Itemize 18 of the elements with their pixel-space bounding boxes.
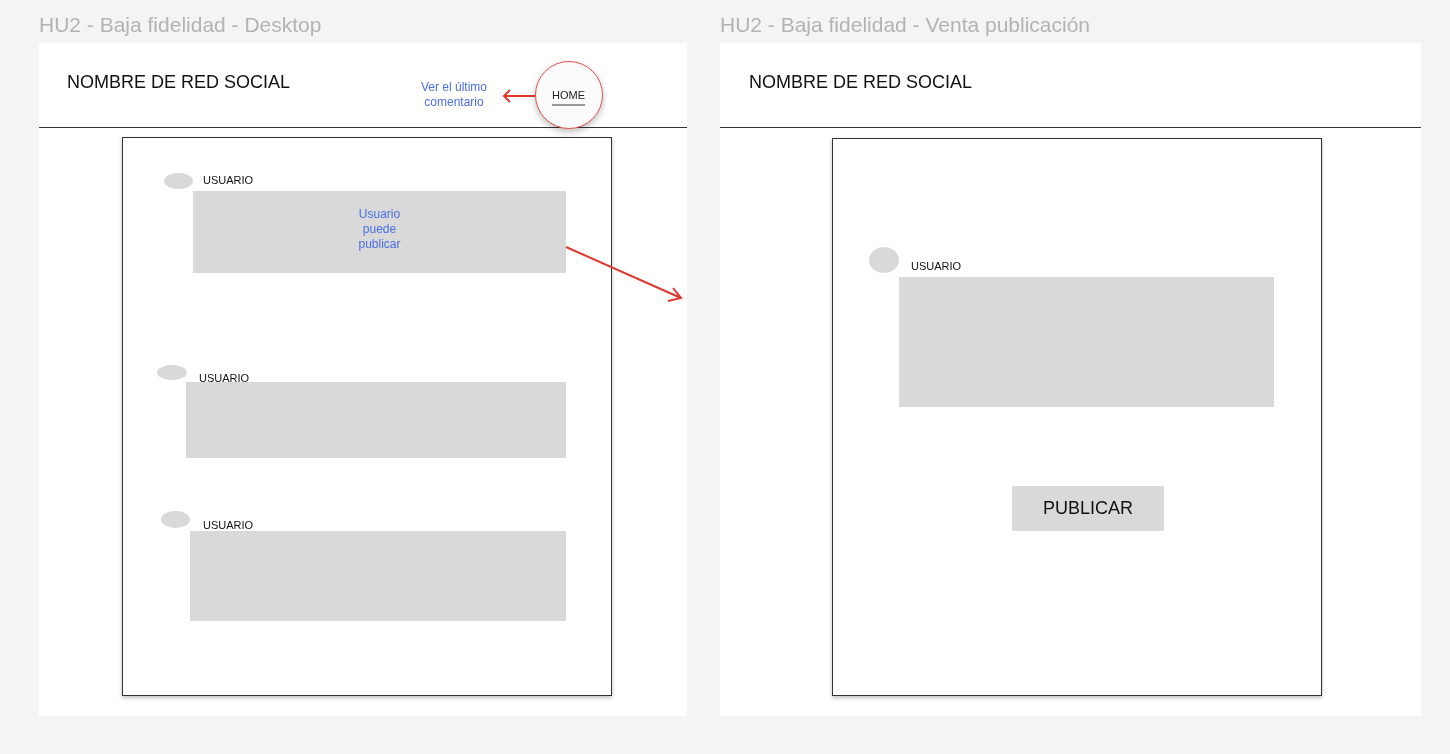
frame-title: HU2 - Baja fidelidad - Desktop xyxy=(39,13,323,38)
username: USUARIO xyxy=(199,372,250,385)
post-note: Usuario puede publicar xyxy=(357,207,402,253)
brand-name: NOMBRE DE RED SOCIAL xyxy=(749,72,973,93)
avatar xyxy=(157,365,187,380)
highlight-circle xyxy=(535,61,603,129)
home-link[interactable]: HOME xyxy=(552,89,585,106)
brand-name: NOMBRE DE RED SOCIAL xyxy=(67,72,291,93)
annotation-arrow xyxy=(502,89,536,103)
publish-button[interactable]: PUBLICAR xyxy=(1012,486,1164,531)
username: USUARIO xyxy=(911,260,962,273)
username: USUARIO xyxy=(203,519,254,532)
avatar xyxy=(161,511,190,528)
username: USUARIO xyxy=(203,174,254,187)
avatar xyxy=(869,247,899,273)
annotation-text: Ver el último comentario xyxy=(420,80,488,110)
avatar xyxy=(164,173,193,189)
frame-title: HU2 - Baja fidelidad - Venta publicación xyxy=(720,13,1092,38)
